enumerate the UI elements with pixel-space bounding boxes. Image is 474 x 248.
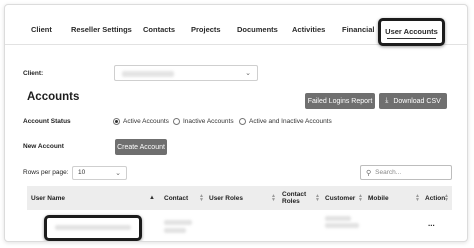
radio-label: Active and Inactive Accounts [249, 117, 332, 125]
failed-logins-report-button[interactable]: Failed Logins Report [305, 93, 375, 109]
radio-active-accounts[interactable]: Active Accounts [113, 116, 169, 126]
sort-icon[interactable]: ▲ ▼ [199, 194, 204, 203]
user-name-redacted [55, 225, 131, 230]
new-account-label: New Account [23, 143, 64, 150]
radio-button[interactable] [239, 117, 246, 125]
tab-bar: Client Reseller Settings Contacts Projec… [5, 5, 467, 46]
client-label: Client: [23, 70, 44, 77]
sort-icon[interactable]: ▲ ▼ [358, 194, 363, 203]
customer-redacted [325, 223, 359, 228]
tab-client[interactable]: Client [31, 25, 52, 34]
rows-per-page-value: 10 [78, 169, 86, 176]
radio-button[interactable] [113, 117, 120, 125]
client-select[interactable]: ⌄ [114, 65, 258, 81]
customer-redacted [325, 216, 351, 221]
chevron-down-icon: ⌄ [245, 70, 251, 77]
user-name-cell[interactable] [44, 215, 142, 241]
sort-icon[interactable]: ▲ ▼ [444, 194, 449, 203]
column-header-user-name[interactable]: User Name [31, 186, 65, 210]
column-header-action: Action [425, 194, 446, 202]
column-header-user-roles[interactable]: User Roles [209, 186, 243, 210]
radio-button[interactable] [173, 117, 180, 125]
table-row[interactable]: ... [27, 210, 452, 241]
client-value-redacted [122, 71, 174, 77]
tab-contacts[interactable]: Contacts [143, 25, 175, 34]
search-icon: ⚲ [366, 169, 372, 177]
radio-active-and-inactive-accounts[interactable]: Active and Inactive Accounts [239, 116, 332, 126]
download-csv-button[interactable]: ⤓ Download CSV [379, 93, 447, 109]
create-account-button[interactable]: Create Account [115, 139, 167, 155]
page-title: Accounts [27, 91, 80, 103]
row-action-menu[interactable]: ... [428, 219, 435, 228]
tab-projects[interactable]: Projects [191, 25, 221, 34]
tab-reseller-settings[interactable]: Reseller Settings [71, 25, 132, 34]
download-csv-label: Download CSV [393, 97, 441, 105]
radio-label: Inactive Accounts [183, 117, 234, 125]
tab-user-accounts-label: User Accounts [385, 26, 438, 36]
sort-icon[interactable]: ▲ ▼ [271, 194, 276, 203]
table-header: User Name ▲ Contact ▲ ▼ User Roles ▲ ▼ Con… [27, 186, 452, 210]
user-accounts-panel: Client Reseller Settings Contacts Projec… [4, 4, 468, 242]
rows-per-page-label: Rows per page: [23, 169, 69, 176]
search-placeholder: Search... [375, 169, 402, 176]
column-header-contact[interactable]: Contact [164, 186, 188, 210]
tab-user-accounts[interactable]: User Accounts [378, 18, 445, 46]
account-status-label: Account Status [23, 118, 71, 125]
contact-redacted [164, 220, 192, 225]
sort-icon[interactable]: ▲ ▼ [315, 194, 320, 203]
chevron-down-icon: ⌄ [115, 170, 121, 177]
tab-activities[interactable]: Activities [292, 25, 325, 34]
rows-per-page-select[interactable]: 10 ⌄ [72, 166, 127, 180]
contact-redacted [164, 228, 186, 233]
sort-icon[interactable]: ▲ [149, 195, 155, 201]
radio-label: Active Accounts [123, 117, 169, 125]
radio-inactive-accounts[interactable]: Inactive Accounts [173, 116, 234, 126]
column-header-customer[interactable]: Customer [325, 186, 355, 210]
tab-documents[interactable]: Documents [237, 25, 278, 34]
download-icon: ⤓ [385, 97, 389, 104]
search-input[interactable]: ⚲ Search... [360, 165, 452, 180]
sort-icon[interactable]: ▲ ▼ [415, 194, 420, 203]
column-header-mobile[interactable]: Mobile [368, 186, 389, 210]
tab-financial[interactable]: Financial [342, 25, 375, 34]
